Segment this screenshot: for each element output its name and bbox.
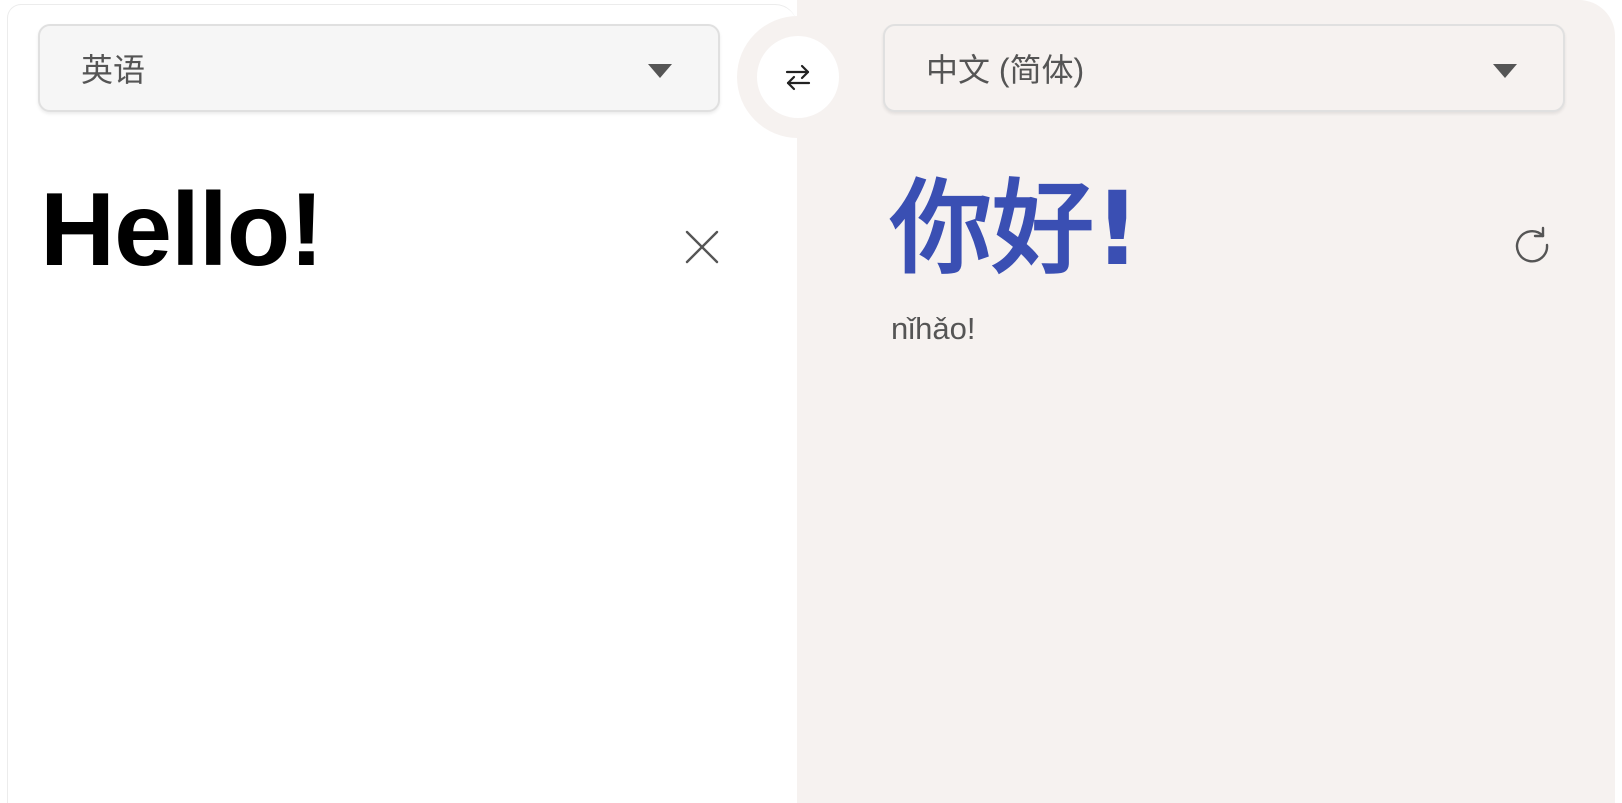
swap-languages-button[interactable] bbox=[757, 36, 839, 118]
retranslate-button[interactable] bbox=[1510, 223, 1554, 267]
close-icon bbox=[685, 230, 719, 264]
translator-app: 英语 中文 (简体) Hello! 你好! nǐhǎo! bbox=[0, 0, 1622, 803]
refresh-icon bbox=[1515, 226, 1549, 263]
source-language-label: 英语 bbox=[81, 52, 146, 88]
source-text-input[interactable]: Hello! bbox=[40, 178, 324, 282]
chevron-down-icon bbox=[1493, 64, 1517, 78]
target-language-label: 中文 (简体) bbox=[926, 52, 1085, 88]
swap-arrows-icon bbox=[785, 64, 811, 91]
romanization-text: nǐhǎo! bbox=[891, 311, 976, 346]
translated-text: 你好! bbox=[890, 170, 1141, 289]
clear-text-button[interactable] bbox=[681, 226, 723, 268]
source-panel bbox=[7, 4, 797, 803]
target-language-select[interactable]: 中文 (简体) bbox=[883, 24, 1565, 112]
chevron-down-icon bbox=[648, 64, 672, 78]
target-panel bbox=[797, 0, 1615, 803]
source-language-select[interactable]: 英语 bbox=[38, 24, 720, 112]
